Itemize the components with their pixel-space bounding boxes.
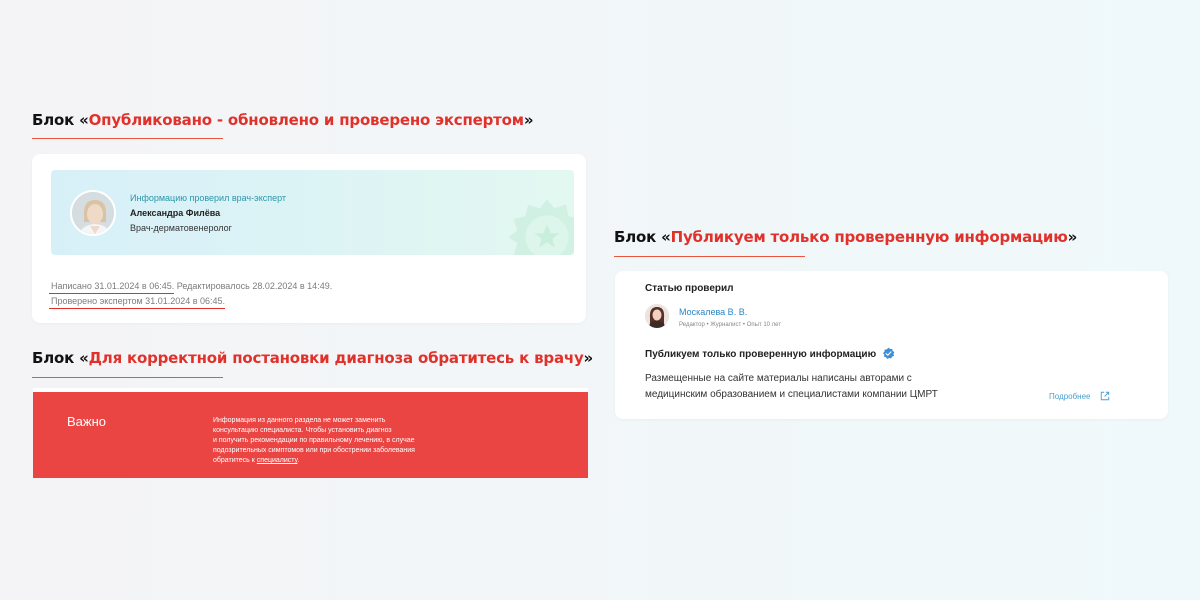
verified-info-card: Статью проверил Москалева В. В. Редактор… (615, 271, 1168, 419)
important-label: Важно (67, 414, 107, 429)
checked-date: Проверено экспертом 31.01.2024 в 06:45 (51, 296, 223, 306)
specialist-link[interactable]: специалисту (257, 457, 298, 464)
written-date: Написано 31.01.2024 в 06:45 (51, 281, 172, 291)
expert-review-card: Информацию проверил врач-эксперт Алексан… (32, 154, 586, 323)
expert-name[interactable]: Александра Филёва (130, 208, 220, 218)
block3-title: Блок «Публикуем только проверенную инфор… (614, 228, 1078, 246)
block1-title: Блок «Опубликовано - обновлено и провере… (32, 111, 534, 129)
author-avatar (645, 304, 669, 328)
important-notice: Важно Информация из данного раздела не м… (33, 392, 588, 478)
more-link[interactable]: Подробнее (1049, 391, 1110, 401)
expert-avatar (70, 190, 116, 236)
expert-role: Врач-дерматовенеролог (130, 223, 232, 233)
block2-title-underline (32, 377, 223, 378)
verified-badge-icon (882, 347, 895, 360)
author-name[interactable]: Москалева В. В. (679, 307, 747, 317)
author-meta: Редактор • Журналист • Опыт 10 лет (679, 322, 782, 328)
checked-by-title: Статью проверил (645, 283, 734, 294)
edited-date: . Редактировалось 28.02.2024 в 14:49. (171, 281, 333, 291)
expert-banner: Информацию проверил врач-эксперт Алексан… (51, 170, 574, 255)
publish-dates: Написано 31.01.2024 в 06:45. Редактирова… (51, 281, 332, 291)
important-text: Информация из данного раздела не может з… (213, 417, 415, 464)
verified-body: Размещенные на сайте материалы написаны … (645, 373, 938, 400)
expert-pretitle: Информацию проверил врач-эксперт (130, 193, 287, 203)
block3-title-underline (614, 256, 805, 257)
gear-star-icon (508, 199, 574, 255)
verified-headline: Публикуем только проверенную информацию (645, 347, 895, 360)
block2-title: Блок «Для корректной постановки диагноза… (32, 349, 594, 367)
block1-title-underline (32, 138, 223, 139)
checked-date-line: Проверено экспертом 31.01.2024 в 06:45. (51, 296, 226, 306)
external-link-icon (1100, 391, 1109, 401)
